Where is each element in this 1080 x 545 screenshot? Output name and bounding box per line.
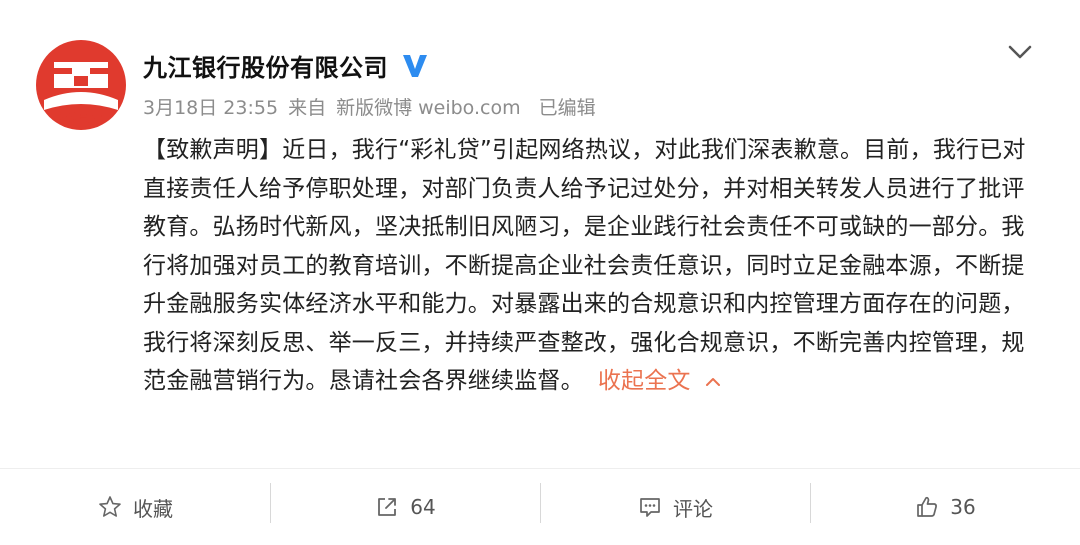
star-icon: [99, 496, 121, 517]
post-date[interactable]: 3月18日 23:55: [143, 93, 278, 120]
thumbs-up-icon: [917, 496, 938, 517]
repost-button[interactable]: 64: [270, 469, 540, 545]
like-count: 36: [950, 495, 976, 519]
avatar[interactable]: 29周年: [36, 40, 126, 130]
edited-label[interactable]: 已编辑: [539, 93, 596, 120]
weibo-post-card: 29周年 九江银行股份有限公司 3月18日 23:55 来自 新版微博 weib…: [0, 0, 1080, 545]
repost-count: 64: [410, 495, 436, 519]
post-text: 【致歉声明】近日，我行“彩礼贷”引起网络热议，对此我们深表歉意。目前，我行已对直…: [143, 137, 1026, 394]
post-meta: 3月18日 23:55 来自 新版微博 weibo.com 已编辑: [143, 93, 596, 120]
collapse-link[interactable]: 收起全文: [598, 368, 691, 394]
favorite-button[interactable]: 收藏: [0, 469, 270, 545]
comment-label: 评论: [673, 496, 713, 521]
source-prefix: 来自: [288, 97, 327, 119]
like-button[interactable]: 36: [810, 469, 1080, 545]
share-icon: [378, 498, 397, 516]
author-name[interactable]: 九江银行股份有限公司: [143, 48, 388, 83]
avatar-badge: 29周年: [59, 110, 103, 126]
bank-logo-icon: 29周年: [36, 40, 126, 130]
chevron-up-icon[interactable]: [705, 377, 721, 387]
post-content: 【致歉声明】近日，我行“彩礼贷”引起网络热议，对此我们深表歉意。目前，我行已对直…: [143, 131, 1043, 401]
favorite-label: 收藏: [133, 496, 173, 521]
comment-icon: [640, 498, 660, 517]
action-bar: 收藏 64 评论 36: [0, 468, 1080, 545]
verified-v-icon: [403, 55, 427, 77]
chevron-down-icon[interactable]: [1006, 38, 1034, 66]
comment-button[interactable]: 评论: [540, 469, 810, 545]
post-source[interactable]: 新版微博 weibo.com: [336, 93, 521, 120]
author-row: 九江银行股份有限公司: [143, 45, 430, 85]
